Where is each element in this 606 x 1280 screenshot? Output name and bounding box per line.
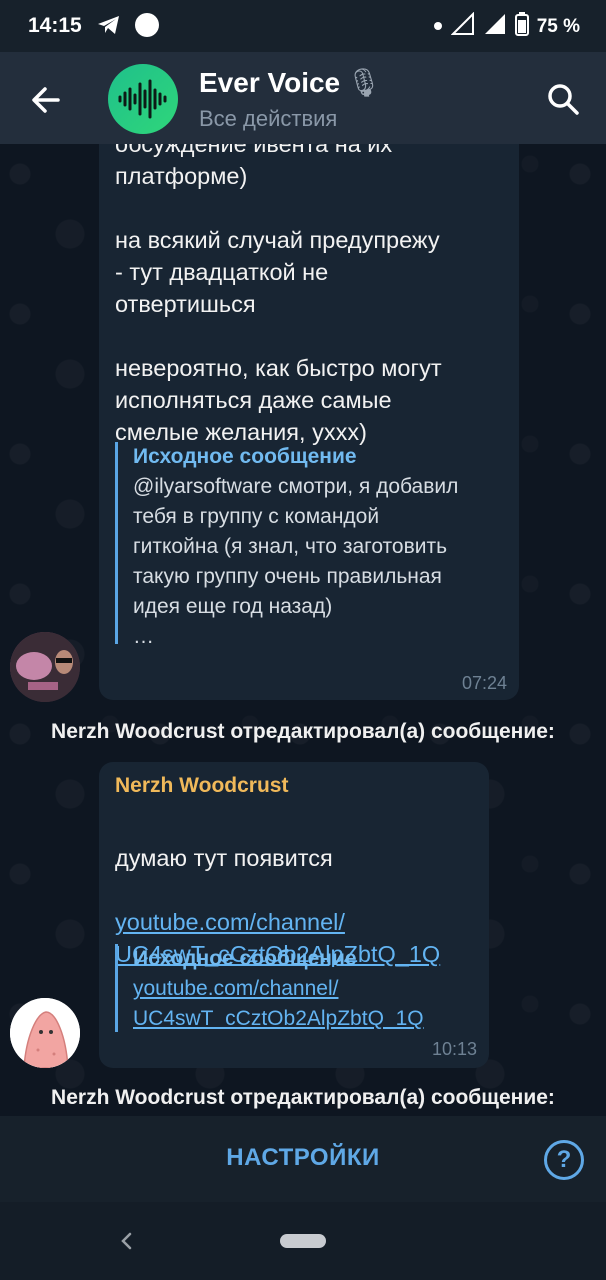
battery-icon xyxy=(514,12,529,41)
message-time: 10:13 xyxy=(431,1039,477,1059)
sender-name[interactable]: Nerzh Woodcrust xyxy=(115,774,288,798)
message-bubble[interactable]: Nerzh Woodcrust думаю тут появится youtu… xyxy=(99,762,489,1068)
chat-header: Ever Voice 🎙 Все действия xyxy=(0,52,606,144)
settings-button[interactable]: НАСТРОЙКИ xyxy=(0,1144,606,1172)
status-bar: 14:15 75 % xyxy=(0,0,606,52)
chat-area[interactable]: обсуждение ивента на их платформе) на вс… xyxy=(0,144,606,1116)
starfish-avatar-icon xyxy=(10,998,80,1068)
channel-name: Ever Voice xyxy=(199,67,341,98)
channel-avatar[interactable] xyxy=(108,64,178,134)
circle-icon xyxy=(134,12,160,43)
system-navigation-bar xyxy=(0,1202,606,1280)
nav-home-pill[interactable] xyxy=(280,1234,326,1248)
sound-wave-icon xyxy=(118,79,167,119)
status-left-icons xyxy=(96,12,160,43)
status-right-icons: 75 % xyxy=(433,11,580,41)
search-icon xyxy=(548,84,579,115)
quote-text: @ilyarsoftware смотри, я добавил тебя в … xyxy=(133,475,459,648)
message-body: думаю тут появится xyxy=(115,845,333,871)
nav-back-button[interactable] xyxy=(116,1226,136,1256)
telegram-icon xyxy=(96,13,122,42)
help-icon[interactable]: ? xyxy=(544,1140,584,1180)
status-time: 14:15 xyxy=(28,14,82,37)
avatar[interactable] xyxy=(10,998,80,1068)
signal-icon xyxy=(483,12,507,41)
edit-notice: Nerzh Woodcrust отредактировал(а) сообще… xyxy=(51,720,555,743)
message-bubble[interactable]: обсуждение ивента на их платформе) на вс… xyxy=(99,144,519,700)
quote-title: Исходное сообщение xyxy=(133,947,357,970)
wifi-icon xyxy=(450,11,475,41)
bottom-bar: НАСТРОЙКИ ? xyxy=(0,1116,606,1202)
reply-quote[interactable]: Исходное сообщение @ilyarsoftware смотри… xyxy=(115,442,513,648)
microphone-icon: 🎙 xyxy=(346,67,382,98)
reply-quote[interactable]: Исходное сообщение youtube.com/channel/ … xyxy=(115,944,463,1032)
arrow-left-icon xyxy=(32,87,60,113)
channel-title[interactable]: Ever Voice 🎙 xyxy=(199,66,382,99)
channel-subtitle: Все действия xyxy=(199,106,338,131)
edit-notice: Nerzh Woodcrust отредактировал(а) сообще… xyxy=(51,1086,555,1109)
message-time: 07:24 xyxy=(461,673,507,693)
quote-link[interactable]: youtube.com/channel/ UC4swT_cCztOb2AlpZb… xyxy=(133,974,463,1034)
back-button[interactable] xyxy=(26,80,66,120)
chevron-left-icon xyxy=(121,1232,132,1250)
user-photo-icon xyxy=(10,632,80,702)
avatar[interactable] xyxy=(10,632,80,702)
message-text: обсуждение ивента на их платформе) на вс… xyxy=(115,144,442,445)
battery-percent: 75 % xyxy=(536,15,580,37)
search-button[interactable] xyxy=(544,80,584,120)
quote-title: Исходное сообщение xyxy=(133,445,357,468)
dot-icon xyxy=(433,18,443,36)
